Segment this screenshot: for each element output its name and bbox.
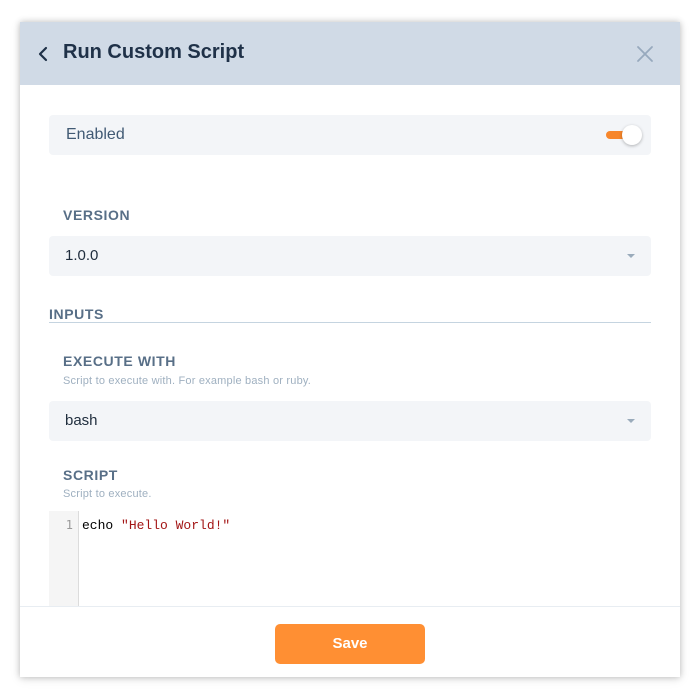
- enabled-label: Enabled: [66, 126, 125, 143]
- line-number: 1: [65, 518, 73, 532]
- script-hint: Script to execute.: [63, 488, 152, 500]
- enabled-row: Enabled: [49, 115, 651, 155]
- dialog-title: Run Custom Script: [63, 41, 245, 63]
- code-string: "Hello World!": [121, 518, 231, 533]
- script-label: SCRIPT: [63, 467, 118, 483]
- script-editor[interactable]: 1 echo "Hello World!": [49, 511, 651, 606]
- back-button[interactable]: [34, 42, 54, 66]
- execute-with-label: EXECUTE WITH: [63, 353, 176, 369]
- version-select[interactable]: 1.0.0: [49, 236, 651, 276]
- save-button[interactable]: Save: [275, 624, 425, 664]
- editor-gutter: 1: [49, 511, 79, 606]
- version-label: VERSION: [63, 207, 131, 223]
- execute-with-hint: Script to execute with. For example bash…: [63, 375, 312, 387]
- inputs-heading: INPUTS: [49, 306, 104, 322]
- execute-with-select[interactable]: bash: [49, 401, 651, 441]
- run-custom-script-dialog: Run Custom Script Enabled VERSION 1.0.0 …: [20, 22, 680, 677]
- caret-down-icon: [627, 254, 635, 258]
- chevron-left-icon: [38, 46, 48, 62]
- inputs-divider: [49, 322, 651, 323]
- close-button[interactable]: [634, 43, 656, 65]
- close-icon: [637, 46, 653, 62]
- enabled-toggle[interactable]: [606, 123, 644, 147]
- code-line: echo "Hello World!": [82, 518, 230, 533]
- dialog-header: Run Custom Script: [20, 22, 680, 85]
- code-keyword: echo: [82, 518, 122, 533]
- dialog-body: Enabled VERSION 1.0.0 INPUTS EXECUTE WIT…: [20, 85, 680, 606]
- toggle-knob: [622, 125, 642, 145]
- execute-with-value: bash: [65, 412, 98, 429]
- version-value: 1.0.0: [65, 247, 99, 264]
- dialog-footer: Save: [20, 606, 680, 677]
- caret-down-icon: [627, 419, 635, 423]
